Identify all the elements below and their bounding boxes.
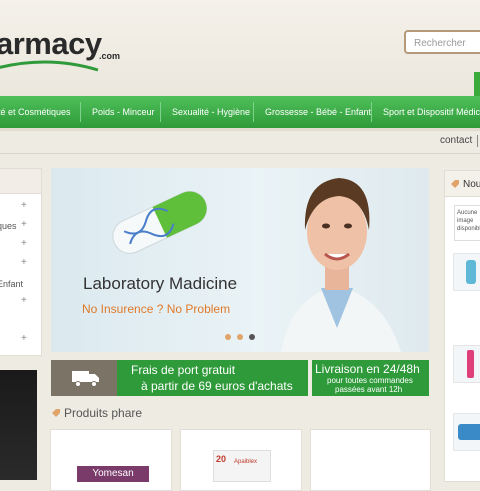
contact-link[interactable]: contact bbox=[440, 135, 472, 146]
product-card[interactable] bbox=[310, 429, 431, 491]
nav-item-poids[interactable]: Poids - Minceur bbox=[92, 96, 155, 128]
new-products-panel: Nou Aucune image disponibl bbox=[444, 170, 480, 482]
nav-divider bbox=[253, 102, 254, 122]
new-products-header: Nou bbox=[445, 171, 480, 197]
capsule-pill-icon bbox=[112, 190, 208, 254]
bottle-image bbox=[466, 260, 476, 284]
no-image-placeholder[interactable]: Aucune image disponibl bbox=[454, 205, 480, 241]
tag-icon bbox=[52, 409, 60, 417]
expand-icon[interactable]: + bbox=[21, 219, 27, 230]
expand-icon[interactable]: + bbox=[21, 238, 27, 249]
delivery-title: Livraison en 24/48h bbox=[315, 362, 420, 376]
product-brand: Yomesan bbox=[92, 468, 134, 479]
category-sidebar: + ques + + + Enfant + + bbox=[0, 168, 42, 356]
shipping-line-1: Frais de port gratuit bbox=[131, 363, 236, 377]
product-thumb[interactable] bbox=[453, 253, 480, 291]
expand-icon[interactable]: + bbox=[21, 200, 27, 211]
nav-item-beaute[interactable]: té et Cosmétiques bbox=[0, 96, 71, 128]
delivery-promo[interactable]: Livraison en 24/48h pour toutes commande… bbox=[312, 360, 429, 396]
shipping-promo-icon-box bbox=[51, 360, 117, 396]
banner-title: Laboratory Madicine bbox=[83, 274, 238, 293]
nav-divider bbox=[160, 102, 161, 122]
new-products-heading: Nou bbox=[463, 179, 480, 190]
hero-slider[interactable]: Laboratory Madicine No Insurence ? No Pr… bbox=[51, 168, 429, 352]
site-logo-suffix: .com bbox=[99, 51, 121, 61]
free-shipping-promo[interactable]: Frais de port gratuit à partir de 69 eur… bbox=[117, 360, 308, 396]
product-card[interactable]: Yomesan bbox=[50, 429, 172, 491]
topbar-divider bbox=[477, 135, 478, 147]
slider-dot-1[interactable] bbox=[225, 334, 231, 340]
logo-swoosh-icon bbox=[0, 60, 99, 72]
nav-item-sport[interactable]: Sport et Dispositif Médical bbox=[383, 96, 480, 128]
header: armacy .com Rechercher bbox=[0, 0, 480, 96]
nav-divider bbox=[80, 102, 81, 122]
doctor-portrait bbox=[281, 178, 401, 352]
search-placeholder: Rechercher bbox=[414, 38, 466, 49]
box-image bbox=[458, 424, 480, 440]
product-thumb[interactable] bbox=[453, 345, 480, 383]
main-nav: té et Cosmétiques Poids - Minceur Sexual… bbox=[0, 96, 480, 128]
delivery-line-2: passées avant 12h bbox=[335, 385, 403, 394]
slider-dot-3[interactable] bbox=[249, 334, 255, 340]
slider-dot-2[interactable] bbox=[237, 334, 243, 340]
product-thumb[interactable] bbox=[453, 413, 480, 451]
truck-icon bbox=[72, 371, 99, 387]
banner-subtitle: No Insurence ? No Problem bbox=[82, 302, 231, 316]
nav-shadow bbox=[0, 128, 480, 131]
tag-icon bbox=[451, 180, 459, 188]
search-input[interactable]: Rechercher bbox=[404, 30, 480, 54]
delivery-line-1: pour toutes commandes bbox=[327, 376, 413, 385]
expand-icon[interactable]: + bbox=[21, 257, 27, 268]
expand-icon[interactable]: + bbox=[21, 295, 27, 306]
no-image-text: Aucune image disponibl bbox=[457, 210, 480, 232]
sidebar-item-label[interactable]: ques bbox=[0, 221, 17, 231]
nav-item-grossesse[interactable]: Grossesse - Bébé - Enfant bbox=[265, 96, 371, 128]
nav-item-sexualite[interactable]: Sexualité - Hygiène bbox=[172, 96, 250, 128]
nav-divider bbox=[371, 102, 372, 122]
shipping-line-2: à partir de 69 euros d'achats bbox=[141, 379, 293, 393]
sidebar-item-label[interactable]: Enfant bbox=[0, 279, 23, 289]
expand-icon[interactable]: + bbox=[21, 333, 27, 344]
featured-products-heading: Produits phare bbox=[64, 406, 143, 420]
sidebar-header bbox=[0, 169, 41, 194]
product-card[interactable]: 20 Apaiblex bbox=[180, 429, 302, 491]
sidebar-dark-banner[interactable] bbox=[0, 370, 37, 480]
product-image: 20 Apaiblex bbox=[213, 450, 271, 482]
header-divider bbox=[0, 153, 480, 154]
search-button[interactable] bbox=[474, 72, 480, 96]
product-brand: Apaiblex bbox=[234, 459, 258, 465]
bottle-image bbox=[467, 350, 474, 378]
